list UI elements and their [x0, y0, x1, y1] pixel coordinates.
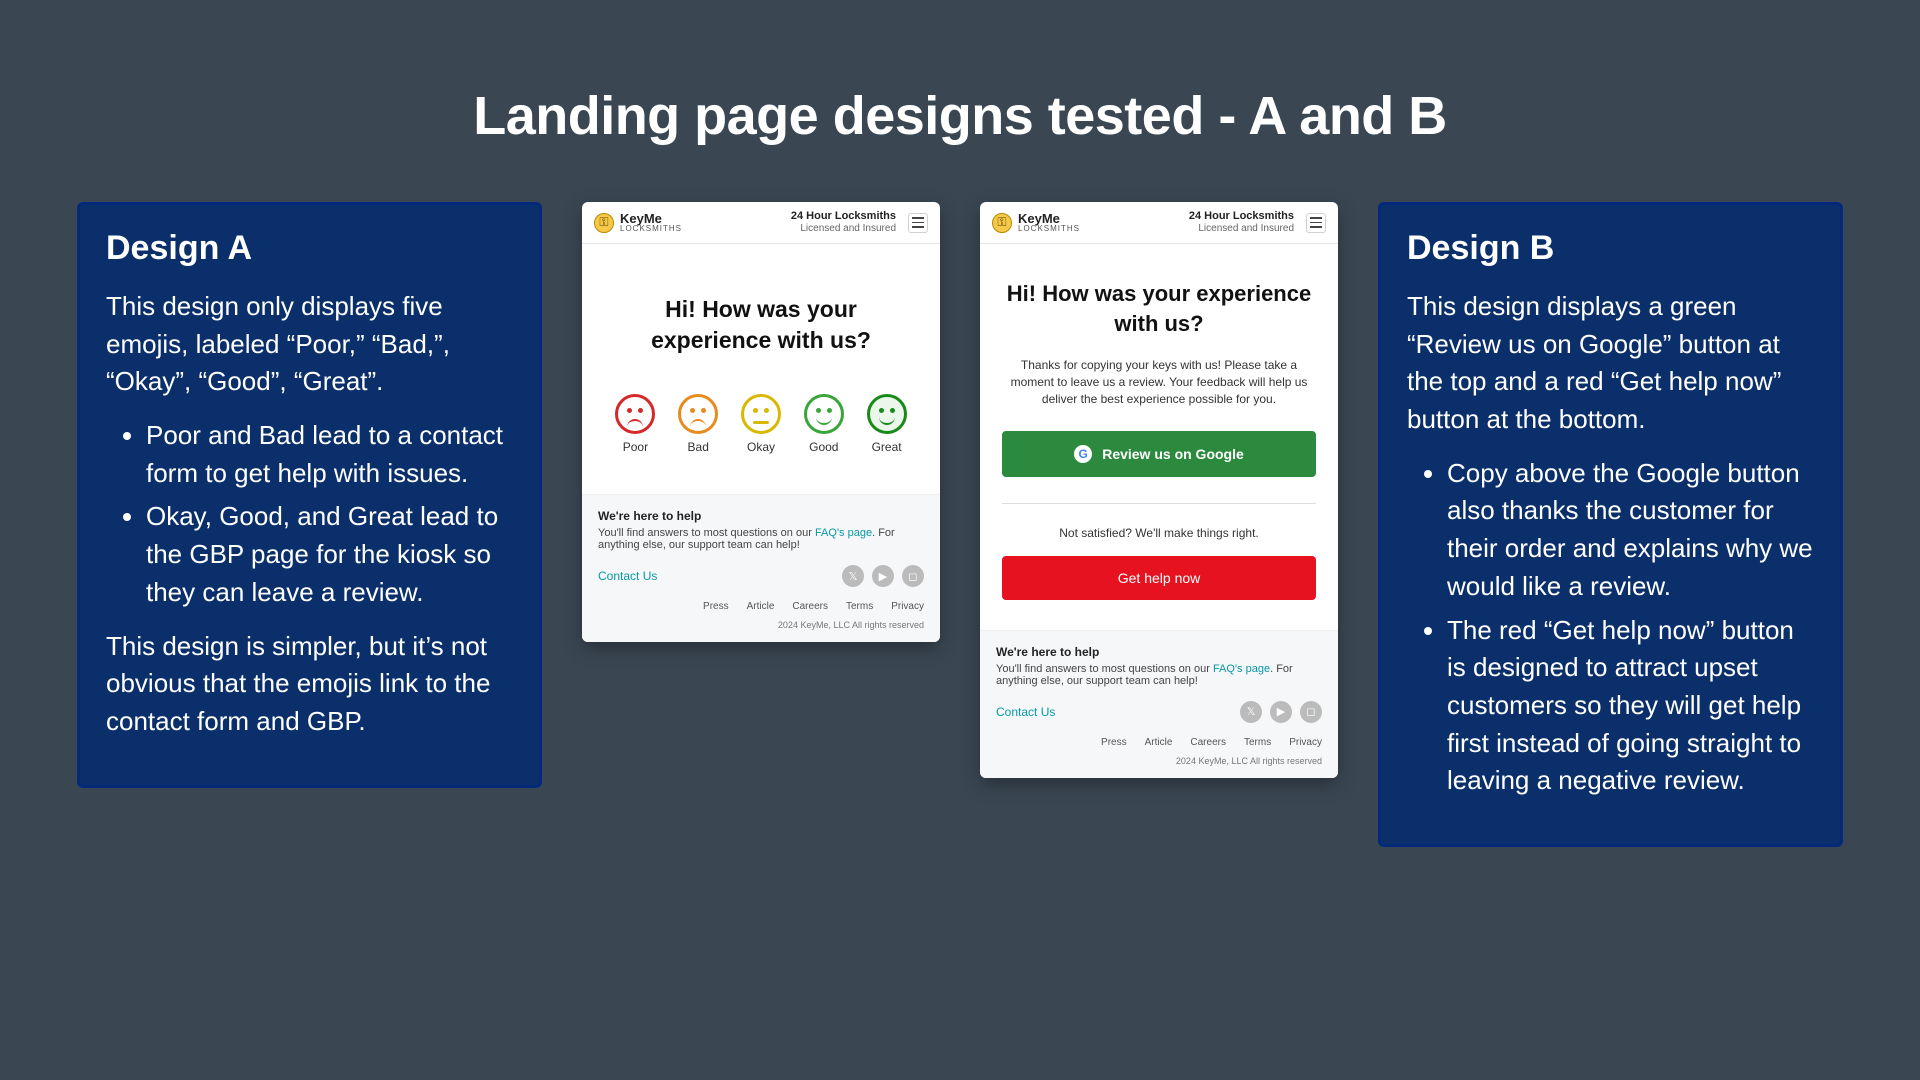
- phone-heading: Hi! How was your experience with us?: [604, 294, 918, 356]
- get-help-button[interactable]: Get help now: [1002, 556, 1316, 600]
- smile-face-icon: [804, 394, 844, 434]
- design-b-intro: This design displays a green “Review us …: [1407, 288, 1814, 439]
- footer-link[interactable]: Article: [747, 601, 775, 612]
- footer-link[interactable]: Privacy: [1289, 737, 1322, 748]
- footer-body: You'll find answers to most questions on…: [996, 663, 1322, 687]
- thanks-copy: Thanks for copying your keys with us! Pl…: [1002, 357, 1316, 409]
- design-a-outro: This design is simpler, but it’s not obv…: [106, 628, 513, 741]
- key-icon: ⚿: [992, 213, 1012, 233]
- copyright: 2024 KeyMe, LLC All rights reserved: [598, 620, 924, 630]
- phone-header: ⚿ KeyMe LOCKSMITHS 24 Hour Locksmiths Li…: [582, 202, 940, 244]
- rating-bad[interactable]: Bad: [669, 394, 728, 454]
- review-google-label: Review us on Google: [1102, 446, 1244, 462]
- hamburger-icon[interactable]: [908, 213, 928, 233]
- rating-good[interactable]: Good: [794, 394, 853, 454]
- sad-face-icon: [615, 394, 655, 434]
- rating-label: Okay: [747, 440, 775, 454]
- rating-label: Bad: [688, 440, 709, 454]
- phone-footer: We're here to help You'll find answers t…: [980, 630, 1338, 778]
- social-icons: 𝕏 ▶ ◻: [1240, 701, 1322, 723]
- rating-great[interactable]: Great: [857, 394, 916, 454]
- brand: ⚿ KeyMe LOCKSMITHS: [594, 212, 682, 233]
- list-item: Okay, Good, and Great lead to the GBP pa…: [146, 498, 513, 611]
- header-line2: Licensed and Insured: [1189, 223, 1294, 235]
- list-item: Poor and Bad lead to a contact form to g…: [146, 417, 513, 492]
- copyright: 2024 KeyMe, LLC All rights reserved: [996, 756, 1322, 766]
- footer-body: You'll find answers to most questions on…: [598, 527, 924, 551]
- footer-link[interactable]: Press: [1101, 737, 1127, 748]
- phone-footer: We're here to help You'll find answers t…: [582, 494, 940, 642]
- frown-face-icon: [678, 394, 718, 434]
- youtube-icon[interactable]: ▶: [1270, 701, 1292, 723]
- youtube-icon[interactable]: ▶: [872, 565, 894, 587]
- divider: [1002, 503, 1316, 504]
- design-a-intro: This design only displays five emojis, l…: [106, 288, 513, 401]
- footer-link[interactable]: Careers: [792, 601, 828, 612]
- footer-links: Press Article Careers Terms Privacy: [598, 601, 924, 612]
- phone-mock-b: ⚿ KeyMe LOCKSMITHS 24 Hour Locksmiths Li…: [980, 202, 1338, 778]
- phone-body-a: Hi! How was your experience with us? Poo…: [582, 244, 940, 494]
- rating-poor[interactable]: Poor: [606, 394, 665, 454]
- phone-heading: Hi! How was your experience with us?: [1002, 279, 1316, 338]
- footer-link[interactable]: Article: [1145, 737, 1173, 748]
- rating-label: Poor: [623, 440, 648, 454]
- footer-links: Press Article Careers Terms Privacy: [996, 737, 1322, 748]
- key-icon: ⚿: [594, 213, 614, 233]
- footer-link[interactable]: Terms: [846, 601, 873, 612]
- phone-mock-a: ⚿ KeyMe LOCKSMITHS 24 Hour Locksmiths Li…: [582, 202, 940, 642]
- design-b-bullets: Copy above the Google button also thanks…: [1407, 455, 1814, 800]
- brand-sub: LOCKSMITHS: [620, 225, 682, 233]
- grin-face-icon: [867, 394, 907, 434]
- list-item: Copy above the Google button also thanks…: [1447, 455, 1814, 606]
- brand: ⚿ KeyMe LOCKSMITHS: [992, 212, 1080, 233]
- footer-link[interactable]: Terms: [1244, 737, 1271, 748]
- header-line2: Licensed and Insured: [791, 223, 896, 235]
- twitter-icon[interactable]: 𝕏: [1240, 701, 1262, 723]
- instagram-icon[interactable]: ◻: [902, 565, 924, 587]
- phone-header: ⚿ KeyMe LOCKSMITHS 24 Hour Locksmiths Li…: [980, 202, 1338, 244]
- phone-body-b: Hi! How was your experience with us? Tha…: [980, 244, 1338, 630]
- footer-link[interactable]: Careers: [1190, 737, 1226, 748]
- header-line1: 24 Hour Locksmiths: [791, 210, 896, 223]
- slide-title: Landing page designs tested - A and B: [0, 0, 1920, 202]
- footer-link[interactable]: Privacy: [891, 601, 924, 612]
- rating-okay[interactable]: Okay: [732, 394, 791, 454]
- neutral-face-icon: [741, 394, 781, 434]
- design-b-box: Design B This design displays a green “R…: [1378, 202, 1843, 847]
- footer-heading: We're here to help: [996, 645, 1322, 659]
- contact-us-link[interactable]: Contact Us: [598, 569, 657, 583]
- rating-label: Good: [809, 440, 838, 454]
- design-a-box: Design A This design only displays five …: [77, 202, 542, 788]
- header-line1: 24 Hour Locksmiths: [1189, 210, 1294, 223]
- emoji-row: Poor Bad Okay Good Great: [604, 394, 918, 454]
- header-right-text: 24 Hour Locksmiths Licensed and Insured: [1189, 210, 1294, 235]
- review-google-button[interactable]: G Review us on Google: [1002, 431, 1316, 477]
- hamburger-icon[interactable]: [1306, 213, 1326, 233]
- rating-label: Great: [872, 440, 902, 454]
- brand-sub: LOCKSMITHS: [1018, 225, 1080, 233]
- google-icon: G: [1074, 445, 1092, 463]
- not-satisfied-text: Not satisfied? We'll make things right.: [1002, 526, 1316, 540]
- design-a-heading: Design A: [106, 229, 513, 268]
- header-right-text: 24 Hour Locksmiths Licensed and Insured: [791, 210, 896, 235]
- contact-us-link[interactable]: Contact Us: [996, 705, 1055, 719]
- content-row: Design A This design only displays five …: [0, 202, 1920, 847]
- twitter-icon[interactable]: 𝕏: [842, 565, 864, 587]
- instagram-icon[interactable]: ◻: [1300, 701, 1322, 723]
- faq-link[interactable]: FAQ's page: [815, 527, 872, 539]
- list-item: The red “Get help now” button is designe…: [1447, 612, 1814, 800]
- footer-link[interactable]: Press: [703, 601, 729, 612]
- design-a-bullets: Poor and Bad lead to a contact form to g…: [106, 417, 513, 611]
- design-b-heading: Design B: [1407, 229, 1814, 268]
- social-icons: 𝕏 ▶ ◻: [842, 565, 924, 587]
- footer-heading: We're here to help: [598, 509, 924, 523]
- faq-link[interactable]: FAQ's page: [1213, 663, 1270, 675]
